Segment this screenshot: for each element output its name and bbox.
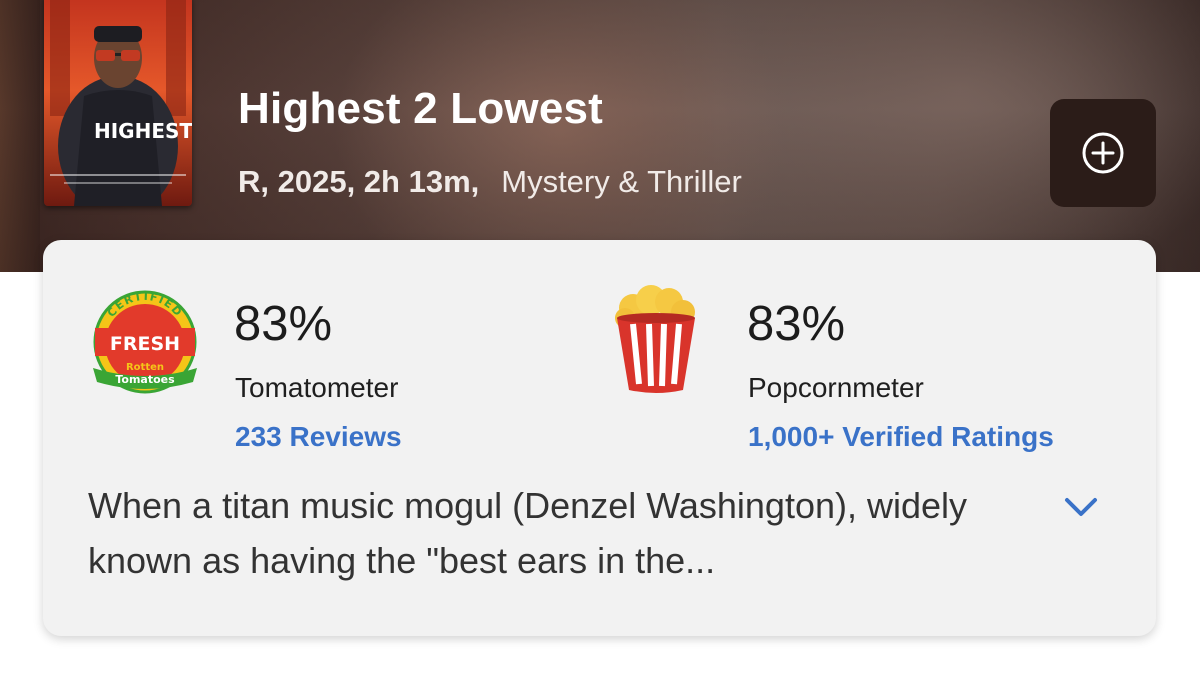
certified-fresh-icon: CERTIFIED FRESH Rotten Tomatoes [93,290,197,394]
tomatometer-score: 83% [234,297,333,351]
badge-tomatoes-text: Tomatoes [115,373,175,386]
popcornmeter-ratings-link[interactable]: 1,000+ Verified Ratings [748,423,1054,451]
movie-title: Highest 2 Lowest [238,84,604,133]
movie-synopsis: When a titan music mogul (Denzel Washing… [88,485,968,581]
hero-header: HIGHEST LOWEST Highest 2 Lowest R, 2025,… [0,0,1200,272]
certified-fresh-badge: CERTIFIED FRESH Rotten Tomatoes [89,286,201,403]
movie-poster[interactable]: HIGHEST LOWEST [44,0,192,206]
badge-rotten-text: Rotten [126,362,164,373]
add-to-watchlist-button[interactable] [1050,99,1156,207]
tomatometer-label: Tomatometer [235,372,399,403]
tomatometer-reviews-link[interactable]: 233 Reviews [235,423,402,451]
popcorn-bucket-icon [615,285,695,393]
scores-card: CERTIFIED FRESH Rotten Tomatoes 83% Toma… [43,240,1156,636]
popcornmeter-label: Popcornmeter [748,372,924,403]
movie-meta: R, 2025, 2h 13m, Mystery & Thriller [238,162,742,202]
popcornmeter-badge [611,284,701,401]
expand-synopsis-button[interactable] [1061,492,1101,522]
chevron-down-icon [1065,498,1097,516]
movie-genre: Mystery & Thriller [501,164,742,199]
badge-fresh-text: FRESH [110,333,180,355]
popcornmeter-score: 83% [747,297,846,351]
plus-circle-icon [1082,132,1124,174]
movie-rating-year-runtime: R, 2025, 2h 13m, [238,164,480,199]
poster-title-text: HIGHEST LOWEST [94,119,192,143]
poster-art: HIGHEST LOWEST [44,0,192,206]
